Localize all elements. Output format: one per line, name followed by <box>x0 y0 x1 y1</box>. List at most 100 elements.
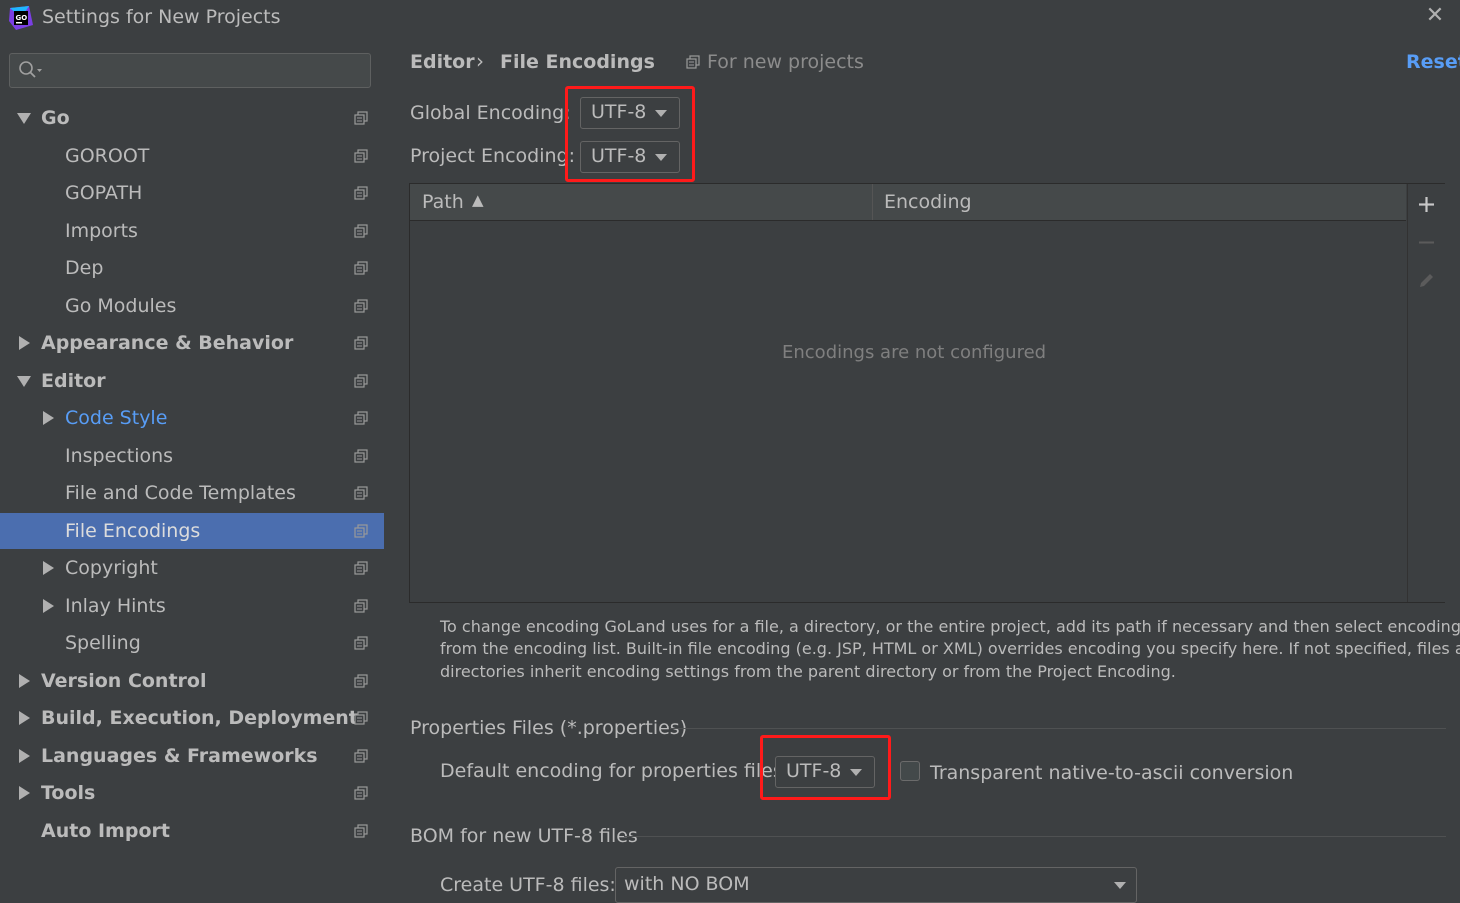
copy-settings-icon <box>354 411 368 425</box>
copy-settings-icon <box>354 786 368 800</box>
file-encodings-panel: Editor › File Encodings For new projects… <box>384 37 1460 903</box>
collapsed-arrow-icon[interactable] <box>41 411 55 425</box>
sidebar-item-label: Build, Execution, Deployment <box>41 707 358 729</box>
help-text-line-2: from the encoding list. Built-in file en… <box>440 639 1460 658</box>
copy-settings-icon <box>354 561 368 575</box>
copy-settings-icon <box>354 186 368 200</box>
copy-settings-icon <box>354 148 368 163</box>
sidebar-item-label: Inspections <box>65 444 174 467</box>
expanded-arrow-icon[interactable] <box>17 111 31 125</box>
sidebar-item-label: Version Control <box>41 669 207 692</box>
table-header: Path ▲ Encoding <box>410 184 1406 221</box>
copy-settings-icon <box>354 336 368 350</box>
sort-ascending-icon: ▲ <box>472 191 484 209</box>
highlight-box <box>760 735 891 800</box>
sidebar-item-tools[interactable]: Tools <box>0 775 384 811</box>
collapsed-arrow-icon[interactable] <box>41 598 55 613</box>
bom-select[interactable]: with NO BOM <box>615 867 1137 903</box>
sidebar-item-label: Imports <box>65 219 138 242</box>
sidebar-item-label: Inlay Hints <box>65 594 166 617</box>
help-text-line-1: To change encoding GoLand uses for a fil… <box>440 617 1460 636</box>
sidebar-item-label: Appearance & Behavior <box>41 332 294 354</box>
empty-table-text: Encodings are not configured <box>782 342 1047 363</box>
collapsed-arrow-icon[interactable] <box>17 336 31 350</box>
sidebar-item-build-execution-deployment[interactable]: Build, Execution, Deployment <box>0 700 384 736</box>
copy-settings-icon <box>354 598 368 613</box>
create-utf8-label: Create UTF-8 files: <box>440 874 616 896</box>
sidebar-item-go-modules[interactable]: Go Modules <box>0 288 384 324</box>
window-title: Settings for New Projects <box>42 6 281 28</box>
sidebar-item-version-control[interactable]: Version Control <box>0 663 384 699</box>
copy-settings-icon <box>354 373 368 388</box>
collapsed-arrow-icon[interactable] <box>17 711 31 725</box>
transparent-conversion-checkbox[interactable] <box>900 761 920 781</box>
sidebar-item-label: Go <box>41 107 70 129</box>
properties-section-title: Properties Files (*.properties) <box>410 717 688 739</box>
copy-settings-icon <box>354 486 368 500</box>
sidebar-item-label: Copyright <box>65 557 158 579</box>
sidebar-item-inlay-hints[interactable]: Inlay Hints <box>0 588 384 624</box>
copy-settings-icon <box>354 223 368 238</box>
add-icon[interactable] <box>1418 196 1435 213</box>
sidebar-item-imports[interactable]: Imports <box>0 213 384 249</box>
sidebar-item-label: Languages & Frameworks <box>41 744 318 767</box>
sidebar-item-label: File and Code Templates <box>65 482 296 504</box>
sidebar-item-file-encodings[interactable]: File Encodings <box>0 512 384 549</box>
scope-note: For new projects <box>707 51 864 73</box>
copy-settings-icon <box>354 711 368 725</box>
sidebar-item-dep[interactable]: Dep <box>0 250 384 286</box>
section-divider <box>624 836 1446 837</box>
sidebar-item-label: GOPATH <box>65 182 143 204</box>
global-encoding-label: Global Encoding: <box>410 102 571 124</box>
search-input[interactable] <box>9 53 371 88</box>
sidebar-item-copyright[interactable]: Copyright <box>0 550 384 586</box>
sidebar-item-gopath[interactable]: GOPATH <box>0 175 384 211</box>
sidebar-item-inspections[interactable]: Inspections <box>0 438 384 474</box>
column-encoding[interactable]: Encoding <box>884 191 972 213</box>
expanded-arrow-icon[interactable] <box>17 374 31 388</box>
edit-icon[interactable] <box>1417 271 1436 290</box>
sidebar-item-label: Code Style <box>65 407 168 429</box>
sidebar-item-file-and-code-templates[interactable]: File and Code Templates <box>0 475 384 511</box>
help-text-line-3: directories inherit encoding settings fr… <box>440 662 1176 681</box>
copy-settings-icon <box>354 448 368 463</box>
sidebar-item-goroot[interactable]: GOROOT <box>0 138 384 174</box>
sidebar-item-label: Tools <box>41 782 96 804</box>
collapsed-arrow-icon[interactable] <box>41 561 55 575</box>
settings-sidebar: Go GOROOT GOPATH Imports Dep Go Modules Appear… <box>0 37 384 903</box>
copy-settings-icon <box>354 636 368 650</box>
copy-settings-icon <box>354 298 368 313</box>
sidebar-item-appearance-behavior[interactable]: Appearance & Behavior <box>0 325 384 361</box>
sidebar-item-auto-import[interactable]: Auto Import <box>0 813 384 849</box>
sidebar-item-spelling[interactable]: Spelling <box>0 625 384 661</box>
table-body[interactable]: Encodings are not configured <box>410 221 1406 602</box>
column-path[interactable]: Path <box>422 191 464 213</box>
sidebar-item-editor[interactable]: Editor <box>0 363 384 399</box>
collapsed-arrow-icon[interactable] <box>17 673 31 688</box>
sidebar-item-languages-frameworks[interactable]: Languages & Frameworks <box>0 738 384 774</box>
collapsed-arrow-icon[interactable] <box>17 748 31 763</box>
sidebar-item-label: File Encodings <box>65 519 201 542</box>
sidebar-item-label: Auto Import <box>41 819 170 842</box>
table-toolbar <box>1407 184 1445 602</box>
sidebar-item-label: Dep <box>65 257 104 279</box>
search-icon <box>19 61 42 78</box>
column-divider <box>872 184 873 220</box>
transparent-conversion-label[interactable]: Transparent native-to-ascii conversion <box>930 762 1293 784</box>
bom-section-title: BOM for new UTF-8 files <box>410 825 638 847</box>
sidebar-item-code-style[interactable]: Code Style <box>0 400 384 436</box>
copy-settings-icon <box>354 261 368 275</box>
remove-icon[interactable] <box>1418 234 1435 251</box>
collapsed-arrow-icon[interactable] <box>17 786 31 800</box>
page-title: File Encodings <box>500 51 655 73</box>
reset-button[interactable]: Reset <box>1406 51 1460 73</box>
breadcrumb-parent[interactable]: Editor <box>410 51 475 73</box>
copy-settings-icon <box>354 823 368 838</box>
copy-settings-icon <box>354 523 368 538</box>
encodings-table: Path ▲ Encoding Encodings are not config… <box>409 183 1445 603</box>
sidebar-item-go[interactable]: Go <box>0 100 384 136</box>
sidebar-item-label: Editor <box>41 369 106 392</box>
close-icon[interactable]: ✕ <box>1424 4 1446 28</box>
title-bar: GO Settings for New Projects ✕ <box>0 0 1460 37</box>
project-encoding-label: Project Encoding: <box>410 145 576 167</box>
